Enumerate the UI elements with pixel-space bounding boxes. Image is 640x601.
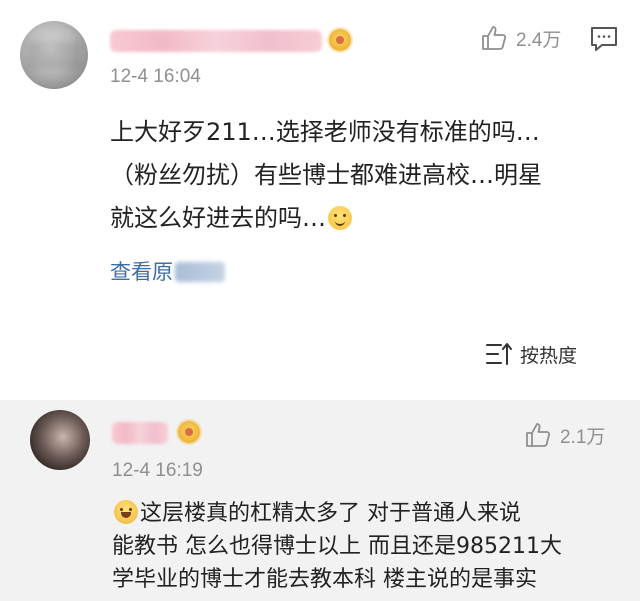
sort-by-heat-button[interactable]: 按热度 [484, 340, 577, 368]
view-original-label: 查看原 [110, 260, 173, 284]
reply-line-text: 这层楼真的杠精太多了 对于普通人来说 [140, 501, 521, 526]
like-count: 2.4万 [516, 29, 562, 51]
vip-badge-icon [178, 421, 200, 443]
comment-line-text: 就这么好进去的吗… [110, 204, 326, 232]
blurred-text [175, 262, 225, 282]
reply-username-blurred[interactable] [112, 422, 168, 444]
reply-line: 学毕业的博士才能去教本科 楼主说的是事实 [112, 567, 537, 592]
view-original-link[interactable]: 查看原 [110, 256, 225, 286]
comment-line-last: 就这么好进去的吗… [110, 197, 625, 240]
laughing-crying-emoji [114, 500, 138, 524]
reply-timestamp: 12-4 16:19 [112, 460, 203, 481]
comment-reply-icon[interactable] [590, 26, 618, 52]
avatar[interactable] [20, 21, 88, 89]
sort-label: 按热度 [520, 344, 578, 367]
reply-like-count: 2.1万 [560, 426, 606, 448]
comment-line: 上大好歹211…选择老师没有标准的吗… [110, 118, 540, 146]
upside-down-face-emoji [328, 206, 352, 230]
thumbs-up-icon [482, 26, 507, 50]
reply-avatar[interactable] [30, 410, 90, 470]
reply-line: 能教书 怎么也得博士以上 而且还是985211大 [112, 534, 562, 559]
comment-line: （粉丝勿扰）有些博士都难进高校…明星 [110, 161, 542, 189]
comment-timestamp: 12-4 16:04 [110, 66, 201, 87]
username-blurred[interactable] [110, 30, 322, 52]
reply-line-first: 这层楼真的杠精太多了 对于普通人来说 [112, 497, 627, 530]
reply-text: 这层楼真的杠精太多了 对于普通人来说 能教书 怎么也得博士以上 而且还是9852… [112, 497, 627, 596]
reply-like-button[interactable]: 2.1万 [524, 421, 605, 449]
like-button[interactable]: 2.4万 [480, 24, 561, 52]
vip-badge-icon [329, 29, 351, 51]
comment-text: 上大好歹211…选择老师没有标准的吗… （粉丝勿扰）有些博士都难进高校…明星 就… [110, 111, 625, 240]
comment-card: 12-4 16:04 2.4万 上大好歹211…选择老师没有标准的吗… （粉丝勿… [0, 0, 640, 400]
thumbs-up-icon [526, 423, 551, 447]
sort-icon [486, 343, 512, 365]
